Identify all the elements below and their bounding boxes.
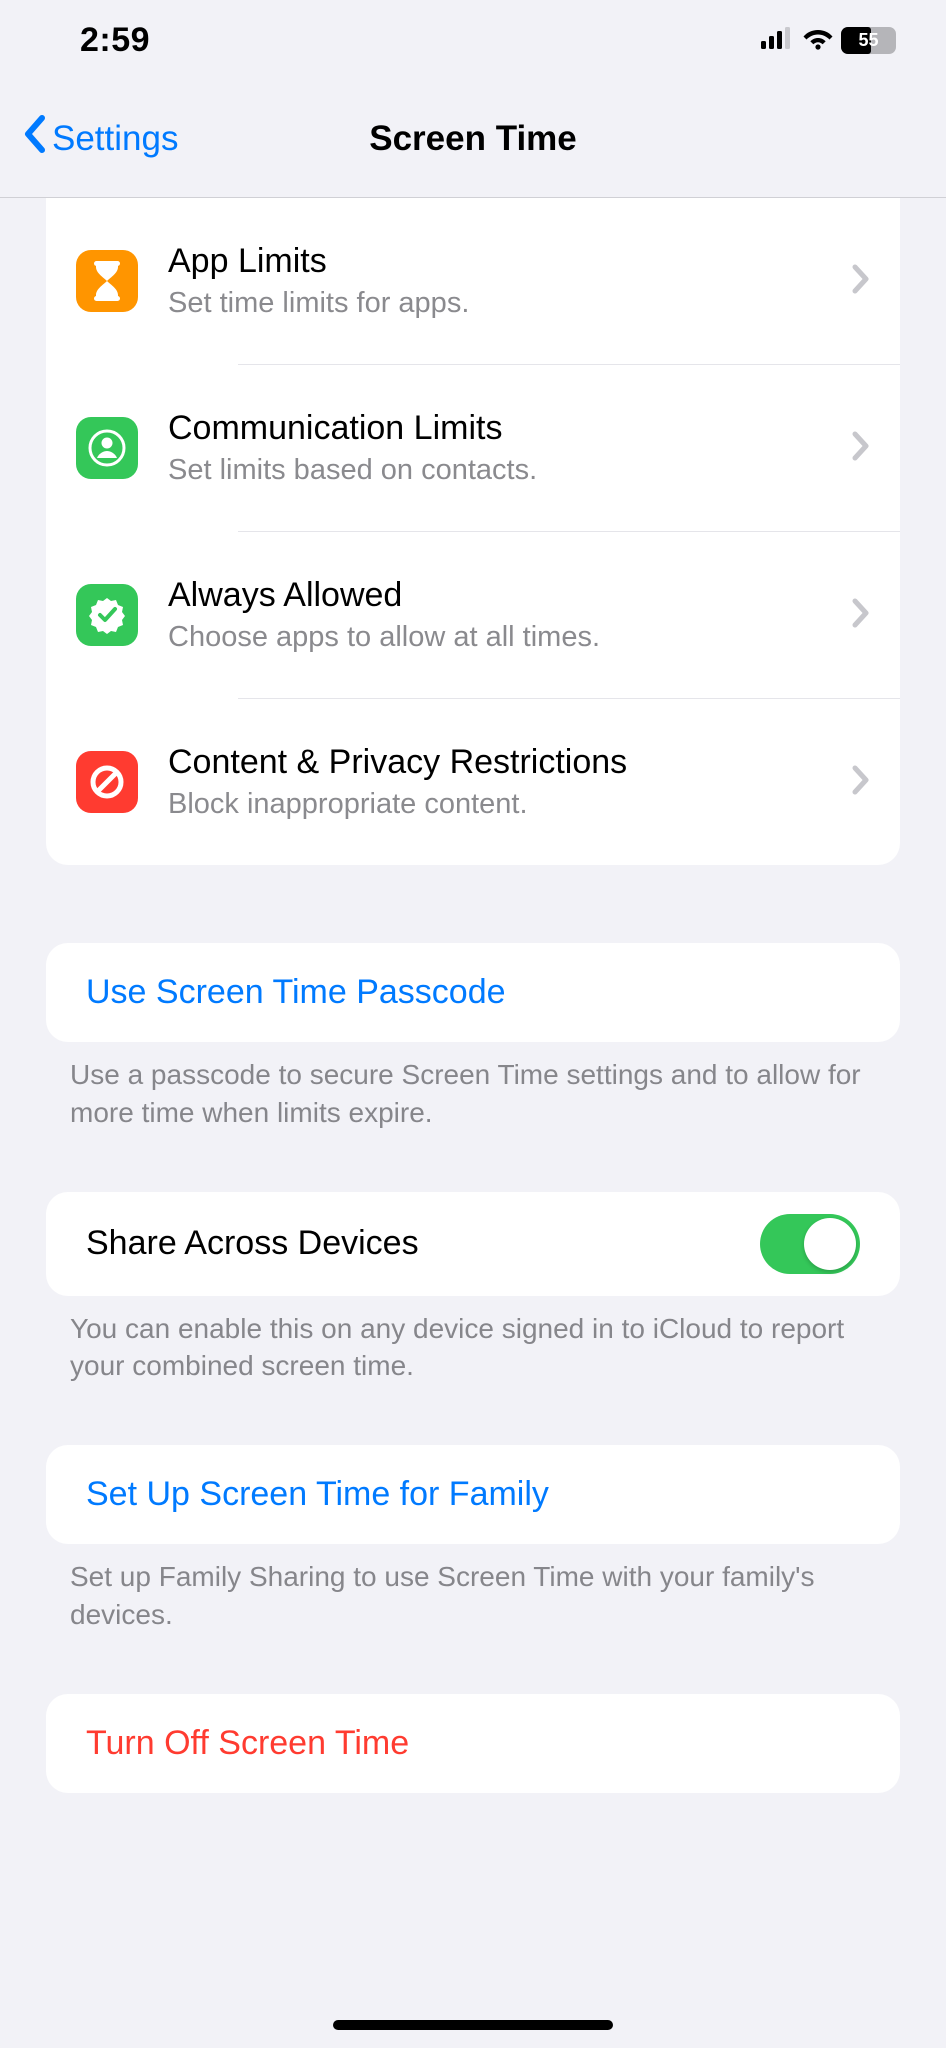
row-content-privacy[interactable]: Content & Privacy Restrictions Block ina… — [46, 699, 900, 865]
back-label: Settings — [52, 119, 178, 159]
chevron-left-icon — [22, 114, 46, 163]
battery-level: 55 — [841, 27, 896, 54]
status-icons: 55 — [761, 26, 896, 55]
turn-off-label: Turn Off Screen Time — [86, 1724, 409, 1763]
chevron-right-icon — [852, 598, 870, 633]
row-communication-limits-subtitle: Set limits based on contacts. — [168, 454, 814, 487]
cellular-icon — [761, 27, 795, 54]
home-indicator[interactable] — [333, 2020, 613, 2030]
use-passcode-label: Use Screen Time Passcode — [86, 973, 506, 1012]
group-share: Share Across Devices — [46, 1192, 900, 1296]
setup-family-label: Set Up Screen Time for Family — [86, 1475, 549, 1514]
row-content-privacy-subtitle: Block inappropriate content. — [168, 788, 814, 821]
share-across-devices-label: Share Across Devices — [86, 1224, 419, 1263]
row-app-limits-title: App Limits — [168, 242, 814, 281]
share-across-devices-row: Share Across Devices — [46, 1192, 900, 1296]
row-content-privacy-title: Content & Privacy Restrictions — [168, 743, 814, 782]
row-app-limits-subtitle: Set time limits for apps. — [168, 287, 814, 320]
status-bar: 2:59 55 — [0, 0, 946, 80]
family-footer: Set up Family Sharing to use Screen Time… — [0, 1544, 946, 1634]
settings-group-limits: App Limits Set time limits for apps. — [46, 198, 900, 865]
no-sign-icon — [76, 751, 138, 813]
group-family: Set Up Screen Time for Family — [46, 1445, 900, 1544]
passcode-footer: Use a passcode to secure Screen Time set… — [0, 1042, 946, 1132]
row-always-allowed-subtitle: Choose apps to allow at all times. — [168, 621, 814, 654]
status-time: 2:59 — [80, 21, 150, 60]
contact-icon — [76, 417, 138, 479]
turn-off-button[interactable]: Turn Off Screen Time — [46, 1694, 900, 1793]
chevron-right-icon — [852, 765, 870, 800]
nav-header: Settings Screen Time — [0, 80, 946, 198]
battery-icon: 55 — [841, 27, 896, 54]
back-button[interactable]: Settings — [0, 114, 178, 163]
chevron-right-icon — [852, 264, 870, 299]
row-communication-limits[interactable]: Communication Limits Set limits based on… — [46, 365, 900, 531]
chevron-right-icon — [852, 431, 870, 466]
row-always-allowed[interactable]: Always Allowed Choose apps to allow at a… — [46, 532, 900, 698]
wifi-icon — [802, 26, 834, 55]
group-passcode: Use Screen Time Passcode — [46, 943, 900, 1042]
checkmark-seal-icon — [76, 584, 138, 646]
row-communication-limits-title: Communication Limits — [168, 409, 814, 448]
share-footer: You can enable this on any device signed… — [0, 1296, 946, 1386]
use-passcode-button[interactable]: Use Screen Time Passcode — [46, 943, 900, 1042]
group-turn-off: Turn Off Screen Time — [46, 1694, 900, 1793]
row-always-allowed-title: Always Allowed — [168, 576, 814, 615]
row-app-limits[interactable]: App Limits Set time limits for apps. — [46, 198, 900, 364]
setup-family-button[interactable]: Set Up Screen Time for Family — [46, 1445, 900, 1544]
hourglass-icon — [76, 250, 138, 312]
share-toggle[interactable] — [760, 1214, 860, 1274]
